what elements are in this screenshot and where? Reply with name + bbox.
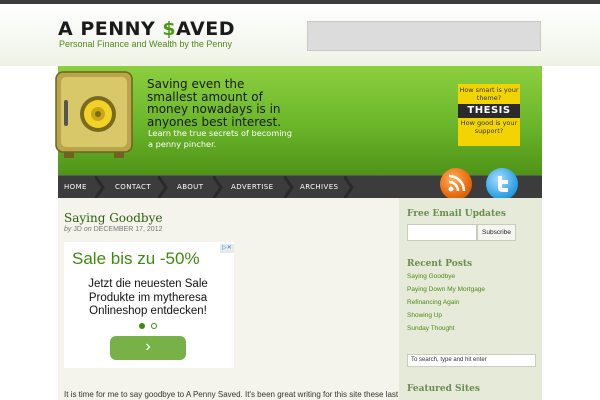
post-date: DECEMBER 17, 2012 [93, 226, 163, 233]
post-author[interactable]: JD [73, 226, 82, 233]
featured-sites-heading: Featured Sites [407, 384, 480, 394]
post-body: It is time for me to say goodbye to A Pe… [64, 390, 399, 399]
banner-headline: Saving even the smallest amount of money… [147, 77, 282, 129]
site-tagline: Personal Finance and Wealth by the Penny [59, 39, 232, 49]
recent-post-link[interactable]: Refinancing Again [407, 299, 459, 306]
nav-separator-icon [213, 176, 223, 199]
safe-icon [55, 71, 133, 158]
nav-separator-icon [95, 176, 105, 199]
rss-icon[interactable] [440, 168, 472, 200]
email-field[interactable] [407, 224, 477, 241]
recent-post-link[interactable]: Paying Down My Mortgage [407, 286, 485, 293]
thesis-line-1: How smart is your theme? [459, 86, 519, 102]
ad-headline: Sale bis zu -50% [72, 249, 200, 268]
recent-posts-heading: Recent Posts [407, 259, 473, 269]
logo-dollar: $ [162, 18, 177, 40]
recent-post-link[interactable]: Sunday Thought [407, 325, 455, 332]
ad-text: Jetzt die neuesten Sale Produkte im myth… [88, 278, 208, 317]
recent-post-link[interactable]: Saying Goodbye [407, 273, 455, 280]
nav-about[interactable]: ABOUT [177, 176, 203, 199]
site-logo[interactable]: A PENNY $AVED [58, 18, 235, 40]
header-ad-placeholder [307, 21, 541, 51]
banner-subtext: Learn the true secrets of becoming a pen… [148, 128, 292, 149]
search-input[interactable]: To search, type and hit enter [407, 354, 536, 367]
ad-next-button[interactable]: › [110, 336, 186, 360]
byline-on: on [83, 226, 92, 233]
thesis-ad[interactable]: How smart is your theme? THESIS How good… [458, 84, 520, 146]
ad-pager-dot[interactable] [151, 323, 157, 329]
email-updates-heading: Free Email Updates [407, 209, 506, 219]
ad-pager-dot-active[interactable] [139, 323, 145, 329]
nav-separator-icon [344, 176, 354, 199]
thesis-line-2: How good is your support? [460, 119, 518, 135]
nav-separator-icon [284, 176, 294, 199]
subscribe-button[interactable]: Subscribe [477, 224, 516, 241]
nav-advertise[interactable]: ADVERTISE [231, 176, 273, 199]
logo-text-1: A PENNY [58, 18, 163, 40]
ad-pager [139, 323, 159, 329]
logo-text-2: AVED [176, 18, 236, 40]
thesis-brand: THESIS [458, 104, 520, 118]
post-byline: by JD on DECEMBER 17, 2012 [64, 226, 163, 233]
twitter-icon[interactable] [486, 168, 518, 200]
post-title[interactable]: Saying Goodbye [64, 211, 163, 225]
ad-choices-icon[interactable]: ▷✕ [220, 244, 234, 253]
byline-by: by [64, 226, 72, 233]
nav-separator-icon [158, 176, 168, 199]
nav-contact[interactable]: CONTACT [115, 176, 151, 199]
nav-home[interactable]: HOME [64, 176, 87, 199]
recent-post-link[interactable]: Showing Up [407, 312, 442, 319]
nav-archives[interactable]: ARCHIVES [300, 176, 338, 199]
